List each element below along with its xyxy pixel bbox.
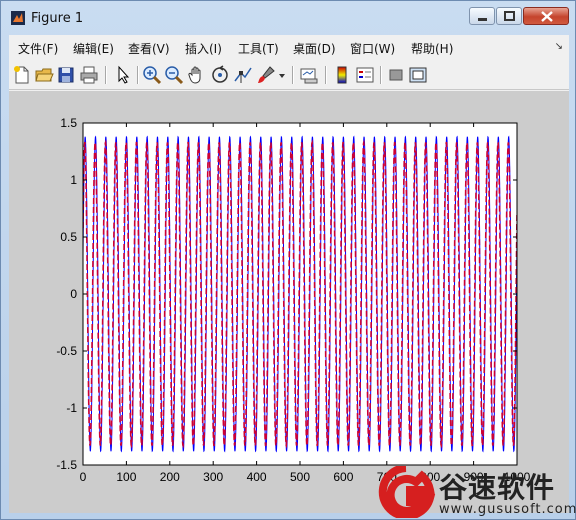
title-bar[interactable]: Figure 1 bbox=[1, 1, 575, 35]
menu-tools[interactable]: 工具(T) bbox=[238, 40, 279, 57]
toolbar-separator bbox=[380, 66, 382, 84]
line-plot[interactable]: 0 100 200 300 400 500 600 700 800 900 1000-1.5-1-0… bbox=[9, 91, 569, 513]
y-tick-label: 1 bbox=[70, 173, 77, 187]
zoom-out-icon[interactable] bbox=[164, 65, 184, 85]
x-tick-label: 200 bbox=[160, 470, 180, 484]
matlab-icon bbox=[11, 11, 25, 25]
x-tick-label: 100 bbox=[116, 470, 136, 484]
y-tick-label: 0 bbox=[70, 287, 77, 301]
minimize-button[interactable] bbox=[469, 7, 495, 25]
data-cursor-icon[interactable] bbox=[233, 65, 253, 85]
watermark-name: 谷速软件 bbox=[439, 471, 556, 504]
print-icon[interactable] bbox=[79, 65, 99, 85]
colorbar-icon[interactable] bbox=[332, 65, 352, 85]
close-button[interactable] bbox=[523, 7, 569, 25]
link-plot-icon[interactable] bbox=[299, 65, 319, 85]
y-tick-label: -1.5 bbox=[56, 458, 77, 472]
toolbar-separator bbox=[292, 66, 294, 84]
menu-help[interactable]: 帮助(H) bbox=[411, 40, 453, 57]
menu-file[interactable]: 文件(F) bbox=[18, 40, 58, 57]
figure-toolbar bbox=[9, 61, 569, 90]
new-file-icon[interactable] bbox=[12, 65, 32, 85]
hide-plot-tools-icon[interactable] bbox=[386, 65, 406, 85]
x-tick-label: 400 bbox=[247, 470, 267, 484]
y-tick-label: 1.5 bbox=[60, 116, 77, 130]
save-icon[interactable] bbox=[56, 65, 76, 85]
rotate-3d-icon[interactable] bbox=[210, 65, 230, 85]
toolbar-separator bbox=[105, 66, 107, 84]
y-tick-label: 0.5 bbox=[60, 230, 77, 244]
menu-window[interactable]: 窗口(W) bbox=[350, 40, 395, 57]
x-tick-label: 300 bbox=[203, 470, 223, 484]
open-folder-icon[interactable] bbox=[34, 65, 54, 85]
dropdown-arrow-icon[interactable] bbox=[276, 65, 288, 85]
x-tick-label: 0 bbox=[80, 470, 87, 484]
y-tick-label: -1 bbox=[66, 401, 77, 415]
pan-hand-icon[interactable] bbox=[187, 65, 207, 85]
menu-overflow-icon[interactable]: ↘ bbox=[555, 41, 563, 52]
window-content: 文件(F) 编辑(E) 查看(V) 插入(I) 工具(T) 桌面(D) 窗口(W… bbox=[9, 35, 569, 513]
legend-icon[interactable] bbox=[355, 65, 375, 85]
menu-bar: 文件(F) 编辑(E) 查看(V) 插入(I) 工具(T) 桌面(D) 窗口(W… bbox=[9, 35, 569, 59]
toolbar-separator bbox=[325, 66, 327, 84]
figure-window: Figure 1 文件(F) 编辑(E) 查看(V) 插入(I) 工具(T) 桌… bbox=[0, 0, 576, 520]
menu-insert[interactable]: 插入(I) bbox=[185, 40, 222, 57]
menu-edit[interactable]: 编辑(E) bbox=[73, 40, 114, 57]
figure-canvas: 0 100 200 300 400 500 600 700 800 900 1000 -1.5 -1 -0… bbox=[9, 91, 569, 513]
watermark-url: www.gususoft.com bbox=[439, 502, 576, 517]
pointer-icon[interactable] bbox=[113, 65, 133, 85]
brush-icon[interactable] bbox=[256, 65, 276, 85]
watermark: 谷速软件 www.gususoft.com bbox=[376, 464, 576, 520]
close-icon bbox=[541, 11, 553, 22]
zoom-in-icon[interactable] bbox=[142, 65, 162, 85]
x-tick-label: 600 bbox=[333, 470, 353, 484]
gusu-logo-icon bbox=[378, 466, 436, 518]
y-tick-label: -0.5 bbox=[56, 344, 77, 358]
maximize-icon bbox=[504, 11, 515, 21]
minimize-icon bbox=[478, 18, 487, 21]
x-tick-label: 500 bbox=[290, 470, 310, 484]
show-plot-tools-icon[interactable] bbox=[408, 65, 428, 85]
menu-view[interactable]: 查看(V) bbox=[128, 40, 170, 57]
window-title: Figure 1 bbox=[31, 11, 84, 26]
toolbar-separator bbox=[137, 66, 139, 84]
maximize-button[interactable] bbox=[496, 7, 522, 25]
menu-desktop[interactable]: 桌面(D) bbox=[293, 40, 336, 57]
